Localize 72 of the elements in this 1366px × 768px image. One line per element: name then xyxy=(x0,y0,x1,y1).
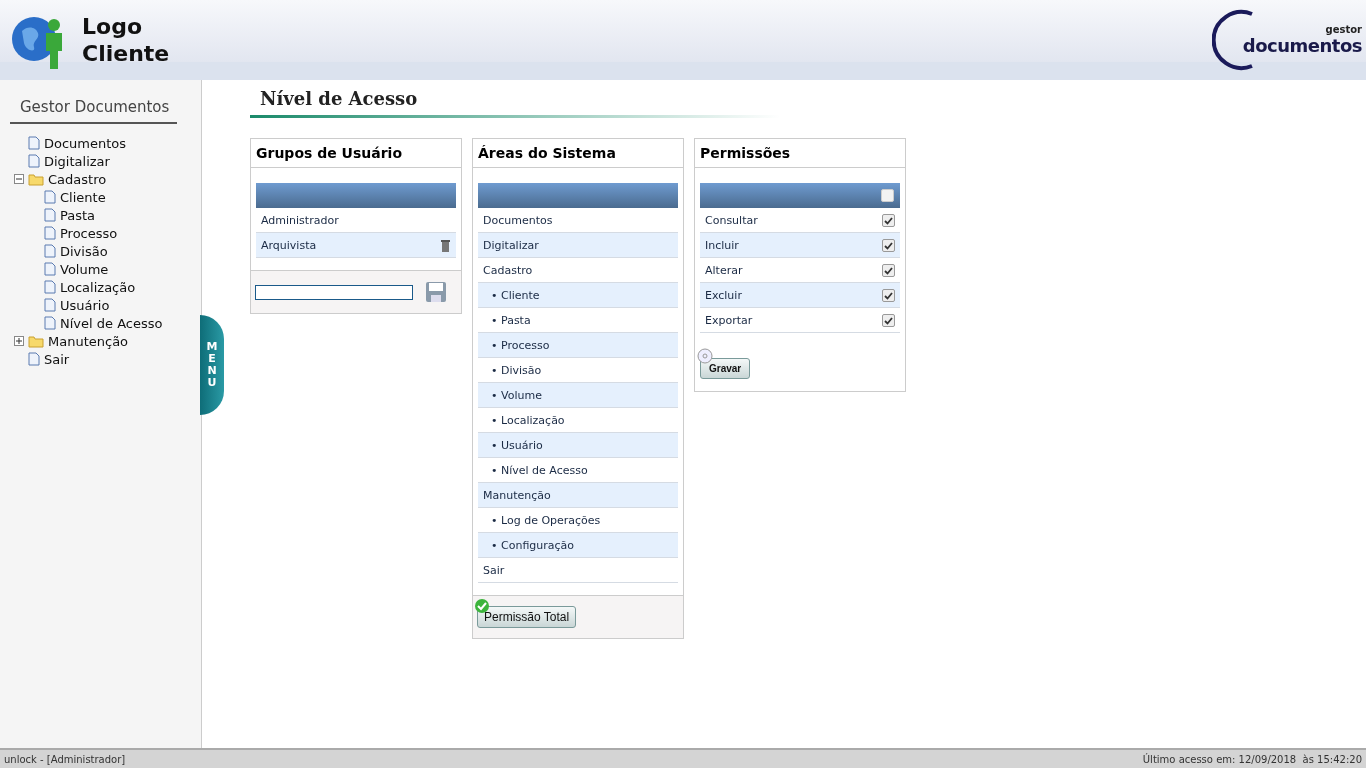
folder-icon xyxy=(28,172,44,186)
list-item[interactable]: • Divisão xyxy=(483,363,542,377)
brand-text: gestor xyxy=(1325,24,1362,35)
list-item[interactable]: • Volume xyxy=(483,388,542,402)
menu-item[interactable]: Processo xyxy=(60,225,118,241)
permission-label: Excluir xyxy=(705,288,742,302)
menu-item[interactable]: Usuário xyxy=(60,297,110,313)
menu-item[interactable]: Divisão xyxy=(60,243,108,259)
permission-label: Incluir xyxy=(705,238,739,252)
checkbox[interactable] xyxy=(882,313,895,327)
list-item[interactable]: Documentos xyxy=(483,213,553,227)
menu-item[interactable]: Volume xyxy=(60,261,109,277)
sidebar-title: Gestor Documentos xyxy=(10,98,177,124)
checkbox[interactable] xyxy=(882,238,895,252)
menu-item[interactable]: Localização xyxy=(60,279,136,295)
page-title: Nível de Acesso xyxy=(259,88,419,111)
status-text: unlock - [Administrador] xyxy=(4,753,126,765)
menu-item[interactable]: Nível de Acesso xyxy=(60,315,163,331)
collapse-icon[interactable] xyxy=(14,174,24,184)
save-button[interactable]: Gravar xyxy=(700,358,751,379)
logo-text: Cliente xyxy=(82,40,170,67)
permission-label: Alterar xyxy=(705,263,743,277)
panel-title: Áreas do Sistema xyxy=(473,139,683,168)
document-icon xyxy=(44,208,56,222)
document-icon xyxy=(44,280,56,294)
logo-text: Logo xyxy=(82,13,143,40)
expand-icon[interactable] xyxy=(14,336,24,346)
document-icon xyxy=(28,352,40,366)
list-item[interactable]: Arquivista xyxy=(261,238,317,252)
full-permission-button[interactable]: Permissão Total xyxy=(477,606,577,628)
checkbox[interactable] xyxy=(882,263,895,277)
list-item[interactable]: • Log de Operações xyxy=(483,513,601,527)
permission-label: Exportar xyxy=(705,313,753,327)
panel-title: Grupos de Usuário xyxy=(251,139,461,168)
document-icon xyxy=(28,136,40,150)
list-item[interactable]: • Processo xyxy=(483,338,550,352)
trash-icon[interactable] xyxy=(440,238,451,252)
permission-label: Consultar xyxy=(705,213,758,227)
list-item[interactable]: • Nível de Acesso xyxy=(483,463,588,477)
menu-item[interactable]: Pasta xyxy=(60,207,96,223)
list-item[interactable]: • Usuário xyxy=(483,438,543,452)
status-text: Último acesso em: 12/09/2018 às 15:42:20 xyxy=(1142,753,1362,765)
menu-item[interactable]: Manutenção xyxy=(48,333,129,349)
brand-text: documentos xyxy=(1242,35,1362,56)
input-field[interactable] xyxy=(255,284,413,300)
menu-item[interactable]: Sair xyxy=(44,351,70,367)
select-all-checkbox[interactable] xyxy=(881,189,894,202)
checkbox[interactable] xyxy=(882,213,895,227)
disc-icon xyxy=(697,348,713,364)
document-icon xyxy=(44,316,56,330)
document-icon xyxy=(44,244,56,258)
panel-title: Permissões xyxy=(695,139,905,168)
document-icon xyxy=(44,262,56,276)
menu-item[interactable]: Digitalizar xyxy=(44,153,110,169)
list-item[interactable]: Administrador xyxy=(261,213,339,227)
document-icon xyxy=(44,298,56,312)
list-item[interactable]: • Localização xyxy=(483,413,565,427)
menu-item[interactable]: Cadastro xyxy=(48,171,107,187)
menu-tab[interactable]: MENU xyxy=(200,315,224,415)
document-icon xyxy=(44,226,56,240)
list-item[interactable]: Manutenção xyxy=(483,488,551,502)
folder-icon xyxy=(28,334,44,348)
document-icon xyxy=(44,190,56,204)
menu-item[interactable]: Documentos xyxy=(44,135,127,151)
list-item[interactable]: Sair xyxy=(483,563,505,577)
list-item[interactable]: Digitalizar xyxy=(483,238,539,252)
checkbox[interactable] xyxy=(882,288,895,302)
list-item[interactable]: • Pasta xyxy=(483,313,531,327)
menu-item[interactable]: Cliente xyxy=(60,189,106,205)
document-icon xyxy=(28,154,40,168)
list-item[interactable]: Cadastro xyxy=(483,263,533,277)
list-item[interactable]: • Cliente xyxy=(483,288,540,302)
